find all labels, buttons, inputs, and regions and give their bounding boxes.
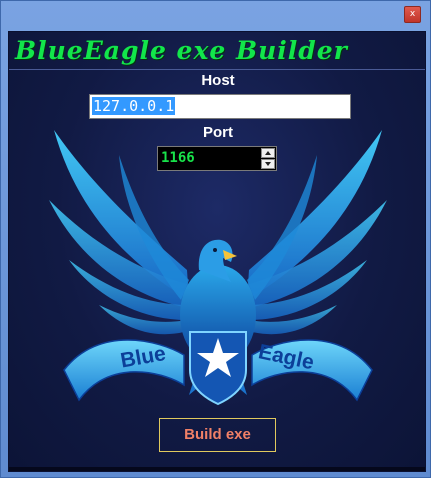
close-icon: x <box>409 9 416 19</box>
chevron-down-icon <box>265 162 271 166</box>
builder-panel: BlueEagle exe Builder Blue Eagle Host 12… <box>8 31 426 472</box>
port-value: 1166 <box>161 150 195 166</box>
app-title: BlueEagle exe Builder <box>15 36 348 65</box>
panel-bottom-border <box>9 467 425 471</box>
port-decrement-button[interactable] <box>261 159 275 169</box>
app-window: x BlueEagle exe Builder Blue Eagle Host … <box>0 0 431 478</box>
port-label: Port <box>203 124 233 141</box>
chevron-up-icon <box>265 151 271 155</box>
close-button[interactable]: x <box>404 6 421 23</box>
shield-emblem <box>189 331 247 406</box>
port-increment-button[interactable] <box>261 148 275 158</box>
host-input[interactable]: 127.0.0.1 <box>89 94 351 119</box>
host-label: Host <box>201 72 235 89</box>
build-exe-button[interactable]: Build exe <box>159 418 276 452</box>
port-stepper[interactable]: 1166 <box>157 146 277 171</box>
eagle-logo: Blue Eagle <box>49 130 387 406</box>
host-value: 127.0.0.1 <box>92 97 176 115</box>
